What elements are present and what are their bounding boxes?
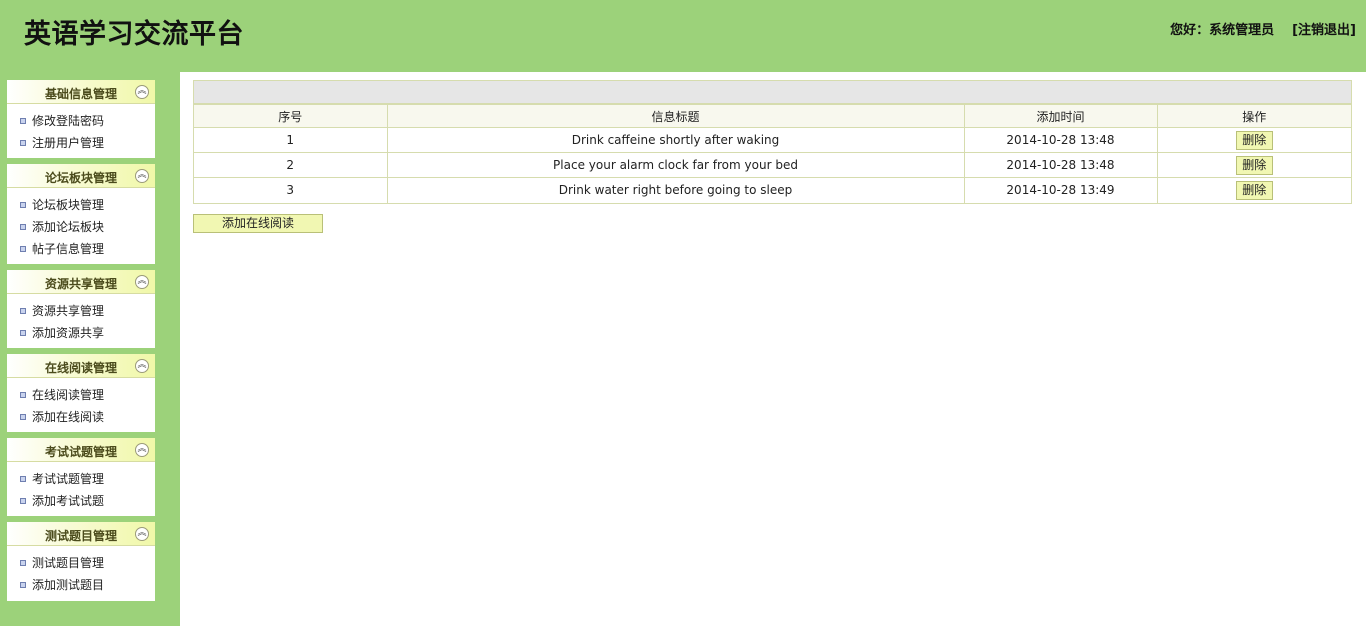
panel-header[interactable]: 考试试题管理 ︽ — [7, 438, 155, 462]
sidebar-item-test-management[interactable]: 测试题目管理 — [7, 552, 155, 574]
row-time: 2014-10-28 13:49 — [963, 177, 1158, 203]
column-header-title: 信息标题 — [386, 104, 965, 128]
panel-basic-info: 基础信息管理 ︽ 修改登陆密码 注册用户管理 — [7, 80, 155, 158]
panel-header[interactable]: 基础信息管理 ︽ — [7, 80, 155, 104]
sidebar-item-resource-management[interactable]: 资源共享管理 — [7, 300, 155, 322]
panel-exam-questions: 考试试题管理 ︽ 考试试题管理 添加考试试题 — [7, 438, 155, 516]
sidebar-item-label: 修改登陆密码 — [32, 114, 105, 128]
sidebar-item-label: 添加测试题目 — [32, 578, 105, 592]
panel-title: 测试题目管理 — [44, 529, 117, 543]
row-index: 3 — [194, 177, 388, 203]
sidebar-item-label: 帖子信息管理 — [32, 242, 105, 256]
sidebar-item-change-password[interactable]: 修改登陆密码 — [7, 110, 155, 132]
collapse-icon[interactable]: ︽ — [135, 169, 149, 183]
sidebar-item-label: 添加考试试题 — [32, 494, 105, 508]
header: 英语学习交流平台 您好：系统管理员 [注销退出] — [0, 0, 1366, 72]
site-title: 英语学习交流平台 — [24, 19, 244, 50]
panel-online-reading: 在线阅读管理 ︽ 在线阅读管理 添加在线阅读 — [7, 354, 155, 432]
collapse-icon[interactable]: ︽ — [135, 527, 149, 541]
sidebar-item-add-exam[interactable]: 添加考试试题 — [7, 490, 155, 512]
panel-title: 在线阅读管理 — [44, 361, 117, 375]
panel-test-items: 测试题目管理 ︽ 测试题目管理 添加测试题目 — [7, 522, 155, 601]
row-action-cell: 删除 — [1156, 127, 1351, 153]
sidebar-item-add-resource[interactable]: 添加资源共享 — [7, 322, 155, 344]
bullet-icon — [20, 330, 26, 336]
add-online-reading-button[interactable]: 添加在线阅读 — [193, 214, 323, 233]
row-action-cell: 删除 — [1156, 177, 1351, 203]
sidebar-item-label: 论坛板块管理 — [32, 198, 105, 212]
bullet-icon — [20, 582, 26, 588]
column-header-index: 序号 — [194, 104, 388, 128]
bullet-icon — [20, 308, 26, 314]
bullet-icon — [20, 140, 26, 146]
bullet-icon — [20, 224, 26, 230]
sidebar-item-exam-management[interactable]: 考试试题管理 — [7, 468, 155, 490]
collapse-icon[interactable]: ︽ — [135, 359, 149, 373]
sidebar-item-user-management[interactable]: 注册用户管理 — [7, 132, 155, 154]
sidebar-item-forum-section-management[interactable]: 论坛板块管理 — [7, 194, 155, 216]
sidebar-item-label: 资源共享管理 — [32, 304, 105, 318]
panel-forum: 论坛板块管理 ︽ 论坛板块管理 添加论坛板块 帖子信息管理 — [7, 164, 155, 264]
bullet-icon — [20, 414, 26, 420]
table-header-row: 序号 信息标题 添加时间 操作 — [194, 104, 1351, 128]
sidebar-item-add-reading[interactable]: 添加在线阅读 — [7, 406, 155, 428]
collapse-icon[interactable]: ︽ — [135, 443, 149, 457]
collapse-icon[interactable]: ︽ — [135, 275, 149, 289]
panel-title: 考试试题管理 — [44, 445, 117, 459]
sidebar-item-post-management[interactable]: 帖子信息管理 — [7, 238, 155, 260]
panel-header[interactable]: 资源共享管理 ︽ — [7, 270, 155, 294]
column-header-action: 操作 — [1156, 104, 1351, 128]
bullet-icon — [20, 118, 26, 124]
panel-title: 资源共享管理 — [44, 277, 117, 291]
sidebar-item-label: 添加资源共享 — [32, 326, 105, 340]
sidebar-item-label: 考试试题管理 — [32, 472, 105, 486]
sidebar: 基础信息管理 ︽ 修改登陆密码 注册用户管理 论坛板块管理 ︽ 论坛板块管理 添… — [0, 72, 180, 626]
logout-link[interactable]: [注销退出] — [1292, 23, 1356, 38]
bullet-icon — [20, 392, 26, 398]
bullet-icon — [20, 476, 26, 482]
greeting: 您好：系统管理员 — [1170, 23, 1275, 38]
panel-title: 基础信息管理 — [44, 87, 117, 101]
row-action-cell: 删除 — [1156, 152, 1351, 178]
sidebar-item-add-forum-section[interactable]: 添加论坛板块 — [7, 216, 155, 238]
table-row: 1 Drink caffeine shortly after waking 20… — [194, 127, 1351, 153]
table-row: 3 Drink water right before going to slee… — [194, 177, 1351, 203]
sidebar-item-label: 注册用户管理 — [32, 136, 105, 150]
bullet-icon — [20, 202, 26, 208]
panel-resource-sharing: 资源共享管理 ︽ 资源共享管理 添加资源共享 — [7, 270, 155, 348]
sidebar-item-label: 添加在线阅读 — [32, 410, 105, 424]
main-content: 序号 信息标题 添加时间 操作 1 Drink caffeine shortly… — [180, 72, 1366, 626]
row-time: 2014-10-28 13:48 — [963, 152, 1158, 178]
bullet-icon — [20, 246, 26, 252]
panel-header[interactable]: 论坛板块管理 ︽ — [7, 164, 155, 188]
delete-button[interactable]: 删除 — [1235, 130, 1273, 150]
user-area: 您好：系统管理员 [注销退出] — [1170, 19, 1356, 38]
sidebar-item-label: 添加论坛板块 — [32, 220, 105, 234]
row-index: 1 — [194, 127, 388, 153]
table-caption-bar — [194, 81, 1351, 104]
row-title: Drink water right before going to sleep — [386, 177, 965, 203]
sidebar-item-add-test[interactable]: 添加测试题目 — [7, 574, 155, 596]
row-time: 2014-10-28 13:48 — [963, 127, 1158, 153]
panel-title: 论坛板块管理 — [44, 171, 117, 185]
delete-button[interactable]: 删除 — [1235, 155, 1273, 175]
bullet-icon — [20, 560, 26, 566]
table-row: 2 Place your alarm clock far from your b… — [194, 152, 1351, 178]
sidebar-item-reading-management[interactable]: 在线阅读管理 — [7, 384, 155, 406]
panel-header[interactable]: 在线阅读管理 ︽ — [7, 354, 155, 378]
delete-button[interactable]: 删除 — [1235, 180, 1273, 200]
row-title: Drink caffeine shortly after waking — [386, 127, 965, 153]
row-index: 2 — [194, 152, 388, 178]
row-title: Place your alarm clock far from your bed — [386, 152, 965, 178]
reading-table: 序号 信息标题 添加时间 操作 1 Drink caffeine shortly… — [193, 80, 1352, 204]
collapse-icon[interactable]: ︽ — [135, 85, 149, 99]
sidebar-item-label: 在线阅读管理 — [32, 388, 105, 402]
bullet-icon — [20, 498, 26, 504]
panel-header[interactable]: 测试题目管理 ︽ — [7, 522, 155, 546]
column-header-time: 添加时间 — [963, 104, 1158, 128]
sidebar-item-label: 测试题目管理 — [32, 556, 105, 570]
